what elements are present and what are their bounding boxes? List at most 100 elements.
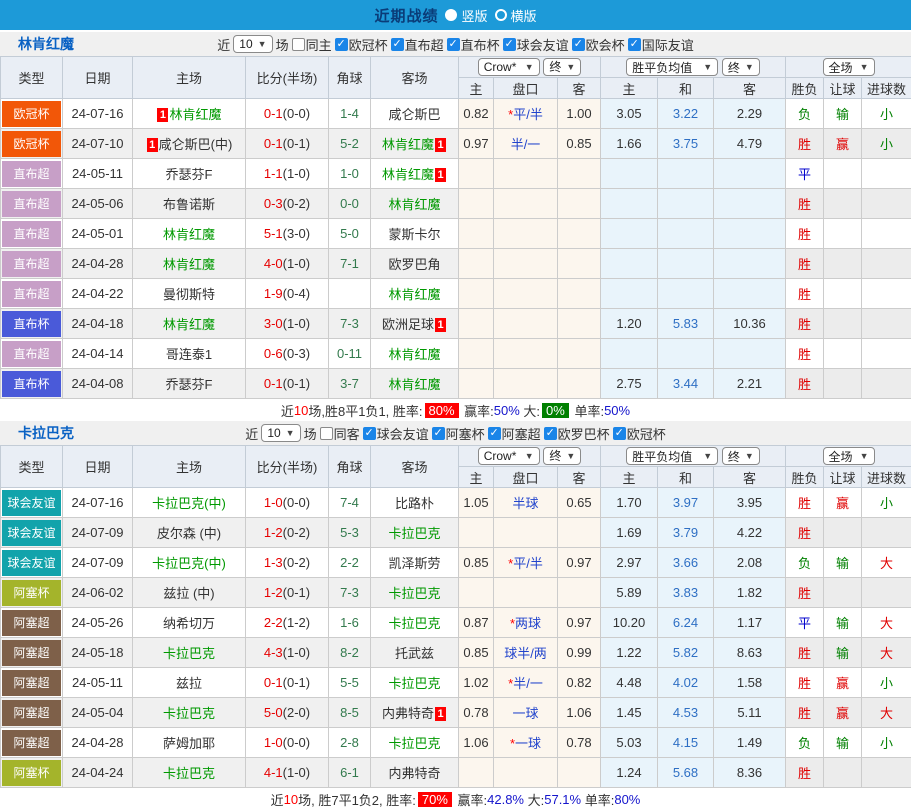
league-filter-4[interactable]: ✓欧会杯 bbox=[572, 35, 625, 54]
match-date: 24-04-28 bbox=[63, 728, 133, 758]
team-label[interactable]: 咸仑斯巴(中) bbox=[159, 137, 233, 152]
layout-option-horizontal[interactable]: 横版 bbox=[495, 6, 537, 25]
team-label[interactable]: 乔瑟芬F bbox=[166, 377, 213, 392]
team-label[interactable]: 卡拉巴克 bbox=[163, 766, 215, 781]
team-label[interactable]: 林肯红魔 bbox=[388, 377, 440, 392]
summary-part: 场, 胜7平1负2, 胜率: bbox=[298, 790, 416, 809]
league-badge: 直布超 bbox=[2, 251, 61, 277]
checkbox-checked-icon[interactable]: ✓ bbox=[363, 427, 376, 440]
team-label[interactable]: 卡拉巴克 bbox=[388, 526, 440, 541]
bookmaker-select[interactable]: Crow*▼ bbox=[478, 447, 540, 465]
final-odds-select[interactable]: 终▼ bbox=[543, 447, 581, 465]
checkbox-checked-icon[interactable]: ✓ bbox=[628, 38, 641, 51]
team-label[interactable]: 萨姆加耶 bbox=[163, 736, 215, 751]
league-type-cell: 直布超 bbox=[1, 339, 63, 369]
team-label[interactable]: 卡拉巴克 bbox=[163, 706, 215, 721]
league-filter-1[interactable]: ✓直布超 bbox=[391, 35, 444, 54]
checkbox-checked-icon[interactable]: ✓ bbox=[544, 427, 557, 440]
checkbox-checked-icon[interactable]: ✓ bbox=[613, 427, 626, 440]
match-count-select[interactable]: 10▼ bbox=[233, 35, 272, 53]
team-label[interactable]: 卡拉巴克 bbox=[163, 646, 215, 661]
league-filter-5[interactable]: ✓国际友谊 bbox=[628, 35, 694, 54]
team-label[interactable]: 卡拉巴克(中) bbox=[152, 496, 226, 511]
team-label[interactable]: 兹拉 (中) bbox=[163, 586, 214, 601]
checkbox-checked-icon[interactable]: ✓ bbox=[391, 38, 404, 51]
team-label[interactable]: 兹拉 bbox=[176, 676, 202, 691]
result-cell: 胜 bbox=[786, 488, 824, 518]
checkbox-checked-icon[interactable]: ✓ bbox=[432, 427, 445, 440]
odds-mean-select[interactable]: 胜平负均值▼ bbox=[626, 58, 718, 76]
team-label[interactable]: 内弗特奇 bbox=[388, 766, 440, 781]
layout-option-vertical[interactable]: 竖版 bbox=[445, 6, 487, 25]
match-count-select[interactable]: 10▼ bbox=[261, 424, 300, 442]
ah-away-odds bbox=[558, 578, 601, 608]
team-label[interactable]: 林肯红魔 bbox=[382, 167, 434, 182]
team-label[interactable]: 卡拉巴克 bbox=[388, 676, 440, 691]
same-venue-filter[interactable]: 同客 bbox=[320, 424, 360, 443]
team-label[interactable]: 皮尔森 (中) bbox=[157, 526, 221, 541]
team-label[interactable]: 欧罗巴角 bbox=[388, 257, 440, 272]
score-cell: 3-0(1-0) bbox=[246, 309, 329, 339]
league-filter-4[interactable]: ✓欧冠杯 bbox=[613, 424, 666, 443]
eu-draw-odds: 3.75 bbox=[658, 129, 714, 159]
team-label[interactable]: 乔瑟芬F bbox=[166, 167, 213, 182]
col-goals: 进球数 bbox=[862, 467, 911, 488]
team-label[interactable]: 咸仑斯巴 bbox=[388, 107, 440, 122]
league-filter-2[interactable]: ✓阿塞超 bbox=[488, 424, 541, 443]
checkbox-checked-icon[interactable]: ✓ bbox=[447, 38, 460, 51]
team-label[interactable]: 蒙斯卡尔 bbox=[388, 227, 440, 242]
team-label[interactable]: 凯泽斯劳 bbox=[388, 556, 440, 571]
scope-select[interactable]: 全场▼ bbox=[823, 58, 875, 76]
league-type-cell: 球会友谊 bbox=[1, 488, 63, 518]
league-badge: 直布杯 bbox=[2, 371, 61, 397]
team-label[interactable]: 林肯红魔 bbox=[163, 257, 215, 272]
team-label[interactable]: 林肯红魔 bbox=[388, 287, 440, 302]
goals-result-cell bbox=[862, 578, 911, 608]
team-label[interactable]: 林肯红魔 bbox=[388, 347, 440, 362]
match-date: 24-04-24 bbox=[63, 758, 133, 788]
team-label[interactable]: 林肯红魔 bbox=[382, 137, 434, 152]
team-label[interactable]: 哥连泰1 bbox=[166, 347, 212, 362]
team-label[interactable]: 卡拉巴克 bbox=[388, 616, 440, 631]
team-label[interactable]: 卡拉巴克 bbox=[388, 736, 440, 751]
final-odds-select-2[interactable]: 终▼ bbox=[722, 58, 760, 76]
radio-vertical-icon[interactable] bbox=[445, 9, 457, 21]
same-venue-filter[interactable]: 同主 bbox=[292, 35, 332, 54]
final-odds-select[interactable]: 终▼ bbox=[543, 58, 581, 76]
league-filter-2[interactable]: ✓直布杯 bbox=[447, 35, 500, 54]
team-label[interactable]: 曼彻斯特 bbox=[163, 287, 215, 302]
final-odds-select-2[interactable]: 终▼ bbox=[722, 447, 760, 465]
league-filter-0[interactable]: ✓欧冠杯 bbox=[335, 35, 388, 54]
checkbox-unchecked-icon[interactable] bbox=[292, 38, 305, 51]
team-label[interactable]: 林肯红魔 bbox=[163, 317, 215, 332]
scope-select[interactable]: 全场▼ bbox=[823, 447, 875, 465]
league-filter-3[interactable]: ✓欧罗巴杯 bbox=[544, 424, 610, 443]
checkbox-checked-icon[interactable]: ✓ bbox=[488, 427, 501, 440]
team-label[interactable]: 林肯红魔 bbox=[169, 107, 221, 122]
chevron-down-icon: ▼ bbox=[525, 62, 534, 72]
team-label[interactable]: 纳希切万 bbox=[163, 616, 215, 631]
team-label[interactable]: 托武兹 bbox=[395, 646, 434, 661]
bookmaker-select[interactable]: Crow*▼ bbox=[478, 58, 540, 76]
team-label[interactable]: 林肯红魔 bbox=[163, 227, 215, 242]
team-label[interactable]: 卡拉巴克 bbox=[388, 586, 440, 601]
checkbox-checked-icon[interactable]: ✓ bbox=[335, 38, 348, 51]
team-label[interactable]: 比路朴 bbox=[395, 496, 434, 511]
league-type-cell: 直布超 bbox=[1, 279, 63, 309]
radio-horizontal-icon[interactable] bbox=[495, 9, 507, 21]
league-filter-1[interactable]: ✓阿塞杯 bbox=[432, 424, 485, 443]
team-label[interactable]: 内弗特奇 bbox=[382, 706, 434, 721]
checkbox-checked-icon[interactable]: ✓ bbox=[503, 38, 516, 51]
team-label[interactable]: 欧洲足球 bbox=[382, 317, 434, 332]
odds-mean-select[interactable]: 胜平负均值▼ bbox=[626, 447, 718, 465]
team-label[interactable]: 林肯红魔 bbox=[388, 197, 440, 212]
league-type-cell: 阿塞超 bbox=[1, 638, 63, 668]
ah-away-odds bbox=[558, 189, 601, 219]
checkbox-checked-icon[interactable]: ✓ bbox=[572, 38, 585, 51]
league-filter-3[interactable]: ✓球会友谊 bbox=[503, 35, 569, 54]
team-label[interactable]: 布鲁诺斯 bbox=[163, 197, 215, 212]
league-filter-0[interactable]: ✓球会友谊 bbox=[363, 424, 429, 443]
ah-line-cell bbox=[494, 518, 558, 548]
team-label[interactable]: 卡拉巴克(中) bbox=[152, 556, 226, 571]
checkbox-unchecked-icon[interactable] bbox=[320, 427, 333, 440]
